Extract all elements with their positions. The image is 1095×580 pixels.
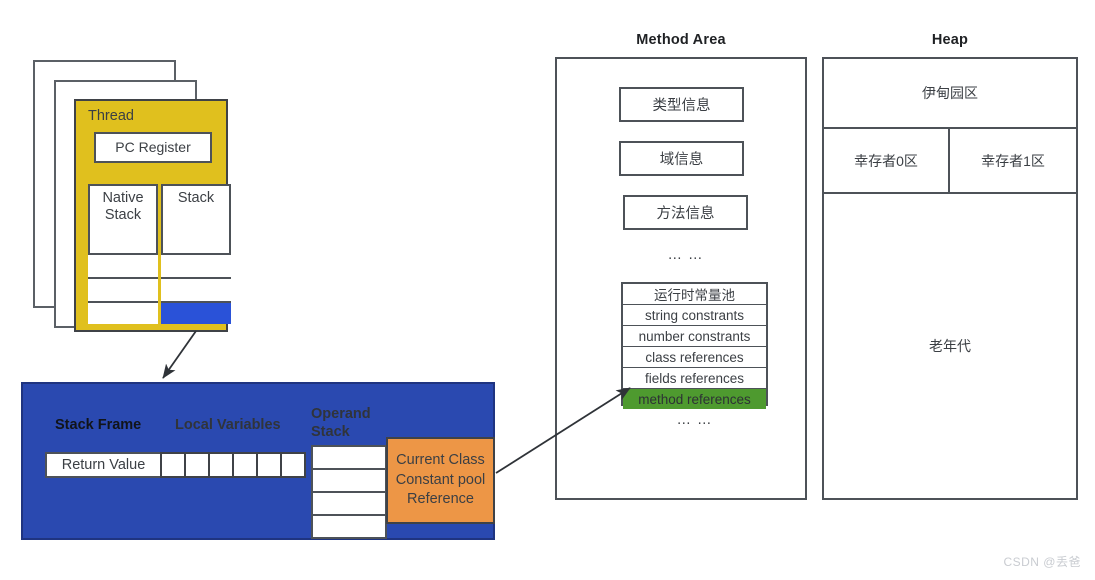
stack-frame-panel: Stack Frame Local Variables Operand Stac… xyxy=(21,382,495,540)
pool-row-class-references[interactable]: class references xyxy=(623,346,766,367)
local-variable-slot[interactable] xyxy=(256,452,282,478)
pool-row-string-constrants[interactable]: string constrants xyxy=(623,304,766,325)
thread-card[interactable]: Thread PC Register Native Stack Stack xyxy=(74,99,231,332)
stack-column[interactable]: Stack xyxy=(161,184,231,324)
return-value-box[interactable]: Return Value xyxy=(45,452,162,478)
pool-row-number-constrants[interactable]: number constrants xyxy=(623,325,766,346)
native-stack-cell[interactable] xyxy=(88,301,158,324)
stack-cell[interactable] xyxy=(161,277,231,301)
stack-cell[interactable] xyxy=(161,253,231,277)
native-stack-cell[interactable] xyxy=(88,277,158,301)
heap-title: Heap xyxy=(931,32,969,48)
heap-eden-region[interactable]: 伊甸园区 xyxy=(822,57,1078,129)
arrow-thread-to-stack-frame xyxy=(162,330,197,379)
operand-stack-title-text: Operand Stack xyxy=(311,406,371,440)
method-area-box: 类型信息 域信息 方法信息 … … 运行时常量池 string constran… xyxy=(555,57,807,500)
method-area-item-method-info[interactable]: 方法信息 xyxy=(623,195,748,230)
pc-register-box[interactable]: PC Register xyxy=(94,132,212,163)
local-variables-slots xyxy=(160,452,306,478)
runtime-constant-pool: 运行时常量池 string constrants number constran… xyxy=(621,282,768,409)
local-variable-slot[interactable] xyxy=(160,452,186,478)
local-variable-slot[interactable] xyxy=(280,452,306,478)
stack-cell-active[interactable] xyxy=(161,301,231,324)
method-area-title: Method Area xyxy=(636,32,726,48)
diagram-canvas: Thread PC Register Native Stack Stack St… xyxy=(0,0,1095,580)
method-area-ellipsis-bottom: … … xyxy=(676,412,713,428)
stack-frame-title: Stack Frame xyxy=(55,417,142,433)
heap-survivor1-region[interactable]: 幸存者1区 xyxy=(948,127,1078,194)
heap-box: 伊甸园区 幸存者0区 幸存者1区 老年代 xyxy=(822,57,1078,500)
pool-row-fields-references[interactable]: fields references xyxy=(623,367,766,388)
current-class-constant-pool-reference-box[interactable]: Current Class Constant pool Reference xyxy=(386,437,495,524)
stack-label: Stack xyxy=(177,190,215,206)
method-area-item-field-info[interactable]: 域信息 xyxy=(619,141,744,176)
operand-stack-slot[interactable] xyxy=(311,445,387,470)
operand-stack-slots xyxy=(311,445,387,539)
native-stack-column[interactable]: Native Stack xyxy=(88,184,158,324)
operand-stack-slot[interactable] xyxy=(311,491,387,516)
operand-stack-slot[interactable] xyxy=(311,514,387,539)
operand-stack-title: Operand Stack xyxy=(311,406,383,441)
watermark: CSDN @丢爸 xyxy=(1003,555,1081,569)
heap-old-generation-region[interactable]: 老年代 xyxy=(822,192,1078,500)
native-stack-label: Native Stack xyxy=(102,190,144,224)
heap-survivor0-region[interactable]: 幸存者0区 xyxy=(822,127,950,194)
local-variable-slot[interactable] xyxy=(184,452,210,478)
method-area-item-type-info[interactable]: 类型信息 xyxy=(619,87,744,122)
operand-stack-slot[interactable] xyxy=(311,468,387,493)
method-area-ellipsis-top: … … xyxy=(667,247,704,263)
pool-row-method-references[interactable]: method references xyxy=(623,388,766,409)
local-variable-slot[interactable] xyxy=(232,452,258,478)
local-variable-slot[interactable] xyxy=(208,452,234,478)
pool-row-runtime-constant-pool[interactable]: 运行时常量池 xyxy=(623,284,766,304)
native-stack-cell[interactable] xyxy=(88,253,158,277)
thread-title: Thread xyxy=(88,108,134,124)
